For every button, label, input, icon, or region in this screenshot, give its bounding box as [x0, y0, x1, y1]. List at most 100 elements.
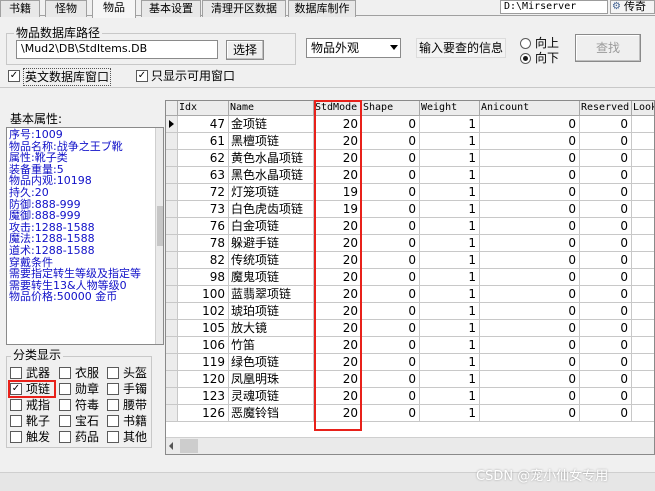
table-cell[interactable]: [632, 235, 654, 252]
table-cell[interactable]: [632, 150, 654, 167]
table-row[interactable]: 106 竹笛 20 0 1 0 0: [166, 337, 654, 354]
row-indicator[interactable]: [166, 201, 178, 218]
column-header[interactable]: Looks: [632, 101, 654, 116]
table-cell[interactable]: 1: [420, 116, 480, 133]
server-path-field[interactable]: D:\Mirserver: [500, 0, 608, 14]
row-indicator[interactable]: [166, 320, 178, 337]
table-row[interactable]: 100 蓝翡翠项链 20 0 1 0 0: [166, 286, 654, 303]
table-cell[interactable]: 1: [420, 201, 480, 218]
table-cell[interactable]: 0: [362, 286, 420, 303]
column-header[interactable]: Reserved: [580, 101, 632, 116]
table-cell[interactable]: 0: [362, 184, 420, 201]
table-cell[interactable]: 0: [480, 201, 580, 218]
table-cell[interactable]: 126: [178, 405, 229, 422]
table-cell[interactable]: 0: [480, 354, 580, 371]
table-cell[interactable]: 1: [420, 252, 480, 269]
table-cell[interactable]: 0: [362, 354, 420, 371]
row-indicator[interactable]: [166, 286, 178, 303]
table-row[interactable]: 82 传统项链 20 0 1 0 0: [166, 252, 654, 269]
row-indicator[interactable]: [166, 184, 178, 201]
row-indicator[interactable]: [166, 371, 178, 388]
tab-monsters[interactable]: 怪物: [45, 0, 87, 17]
table-cell[interactable]: 73: [178, 201, 229, 218]
table-cell[interactable]: 62: [178, 150, 229, 167]
table-cell[interactable]: 0: [480, 133, 580, 150]
table-cell[interactable]: 1: [420, 167, 480, 184]
table-cell[interactable]: 放大镜: [229, 320, 314, 337]
column-header[interactable]: Anicount: [480, 101, 580, 116]
table-cell[interactable]: 竹笛: [229, 337, 314, 354]
table-cell[interactable]: 1: [420, 184, 480, 201]
table-cell[interactable]: [632, 388, 654, 405]
table-cell[interactable]: 0: [480, 303, 580, 320]
table-cell[interactable]: 魔鬼项链: [229, 269, 314, 286]
table-cell[interactable]: 119: [178, 354, 229, 371]
table-cell[interactable]: 白色虎齿项链: [229, 201, 314, 218]
table-cell[interactable]: 灵魂项链: [229, 388, 314, 405]
table-cell[interactable]: 102: [178, 303, 229, 320]
table-cell[interactable]: 恶魔铃铛: [229, 405, 314, 422]
table-cell[interactable]: 61: [178, 133, 229, 150]
table-row[interactable]: 72 灯笼项链 19 0 1 0 0: [166, 184, 654, 201]
row-indicator[interactable]: [166, 218, 178, 235]
table-cell[interactable]: 0: [580, 167, 632, 184]
table-cell[interactable]: [632, 286, 654, 303]
table-cell[interactable]: 72: [178, 184, 229, 201]
tab-books[interactable]: 书籍: [0, 0, 40, 17]
row-indicator[interactable]: [166, 150, 178, 167]
table-row[interactable]: 47 金项链 20 0 1 0 0: [166, 116, 654, 133]
table-cell[interactable]: 凤凰明珠: [229, 371, 314, 388]
table-row[interactable]: 105 放大镜 20 0 1 0 0: [166, 320, 654, 337]
table-cell[interactable]: 0: [580, 286, 632, 303]
table-row[interactable]: 102 琥珀项链 20 0 1 0 0: [166, 303, 654, 320]
row-indicator[interactable]: [166, 388, 178, 405]
table-cell[interactable]: 0: [362, 371, 420, 388]
table-cell[interactable]: 1: [420, 371, 480, 388]
category-checkbox[interactable]: [107, 399, 119, 411]
table-cell[interactable]: [632, 218, 654, 235]
table-cell[interactable]: 0: [480, 405, 580, 422]
table-cell[interactable]: [632, 405, 654, 422]
table-cell[interactable]: 0: [362, 116, 420, 133]
table-cell[interactable]: 黑色水晶项链: [229, 167, 314, 184]
table-cell[interactable]: 绿色项链: [229, 354, 314, 371]
table-row[interactable]: 62 黄色水晶项链 20 0 1 0 0: [166, 150, 654, 167]
category-checkbox[interactable]: [107, 367, 119, 379]
table-cell[interactable]: 0: [480, 286, 580, 303]
table-cell[interactable]: 78: [178, 235, 229, 252]
category-checkbox[interactable]: [10, 431, 22, 443]
radio-down[interactable]: [520, 53, 531, 64]
table-cell[interactable]: [632, 320, 654, 337]
table-cell[interactable]: [632, 184, 654, 201]
table-cell[interactable]: 0: [362, 167, 420, 184]
tab-basic-settings[interactable]: 基本设置: [141, 0, 201, 17]
table-cell[interactable]: 0: [480, 371, 580, 388]
table-cell[interactable]: 0: [580, 133, 632, 150]
table-cell[interactable]: 0: [480, 167, 580, 184]
table-cell[interactable]: 0: [580, 150, 632, 167]
table-cell[interactable]: 1: [420, 303, 480, 320]
table-cell[interactable]: 1: [420, 150, 480, 167]
row-indicator[interactable]: [166, 405, 178, 422]
table-cell[interactable]: [632, 167, 654, 184]
category-checkbox[interactable]: [107, 415, 119, 427]
table-cell[interactable]: 0: [580, 218, 632, 235]
row-indicator[interactable]: [166, 235, 178, 252]
table-cell[interactable]: 0: [480, 235, 580, 252]
table-cell[interactable]: 灯笼项链: [229, 184, 314, 201]
radio-up[interactable]: [520, 38, 531, 49]
table-cell[interactable]: 76: [178, 218, 229, 235]
table-cell[interactable]: 躲避手链: [229, 235, 314, 252]
hscroll-thumb[interactable]: [180, 439, 198, 453]
legend-button[interactable]: ⚙ 传奇: [610, 0, 655, 14]
table-cell[interactable]: [632, 371, 654, 388]
table-cell[interactable]: 120: [178, 371, 229, 388]
table-cell[interactable]: 0: [580, 269, 632, 286]
table-cell[interactable]: 0: [362, 201, 420, 218]
category-checkbox[interactable]: [10, 367, 22, 379]
table-cell[interactable]: 82: [178, 252, 229, 269]
search-input[interactable]: 输入要查的信息: [416, 38, 506, 58]
table-cell[interactable]: 1: [420, 133, 480, 150]
appearance-combo[interactable]: 物品外观: [306, 38, 401, 58]
table-cell[interactable]: [632, 303, 654, 320]
